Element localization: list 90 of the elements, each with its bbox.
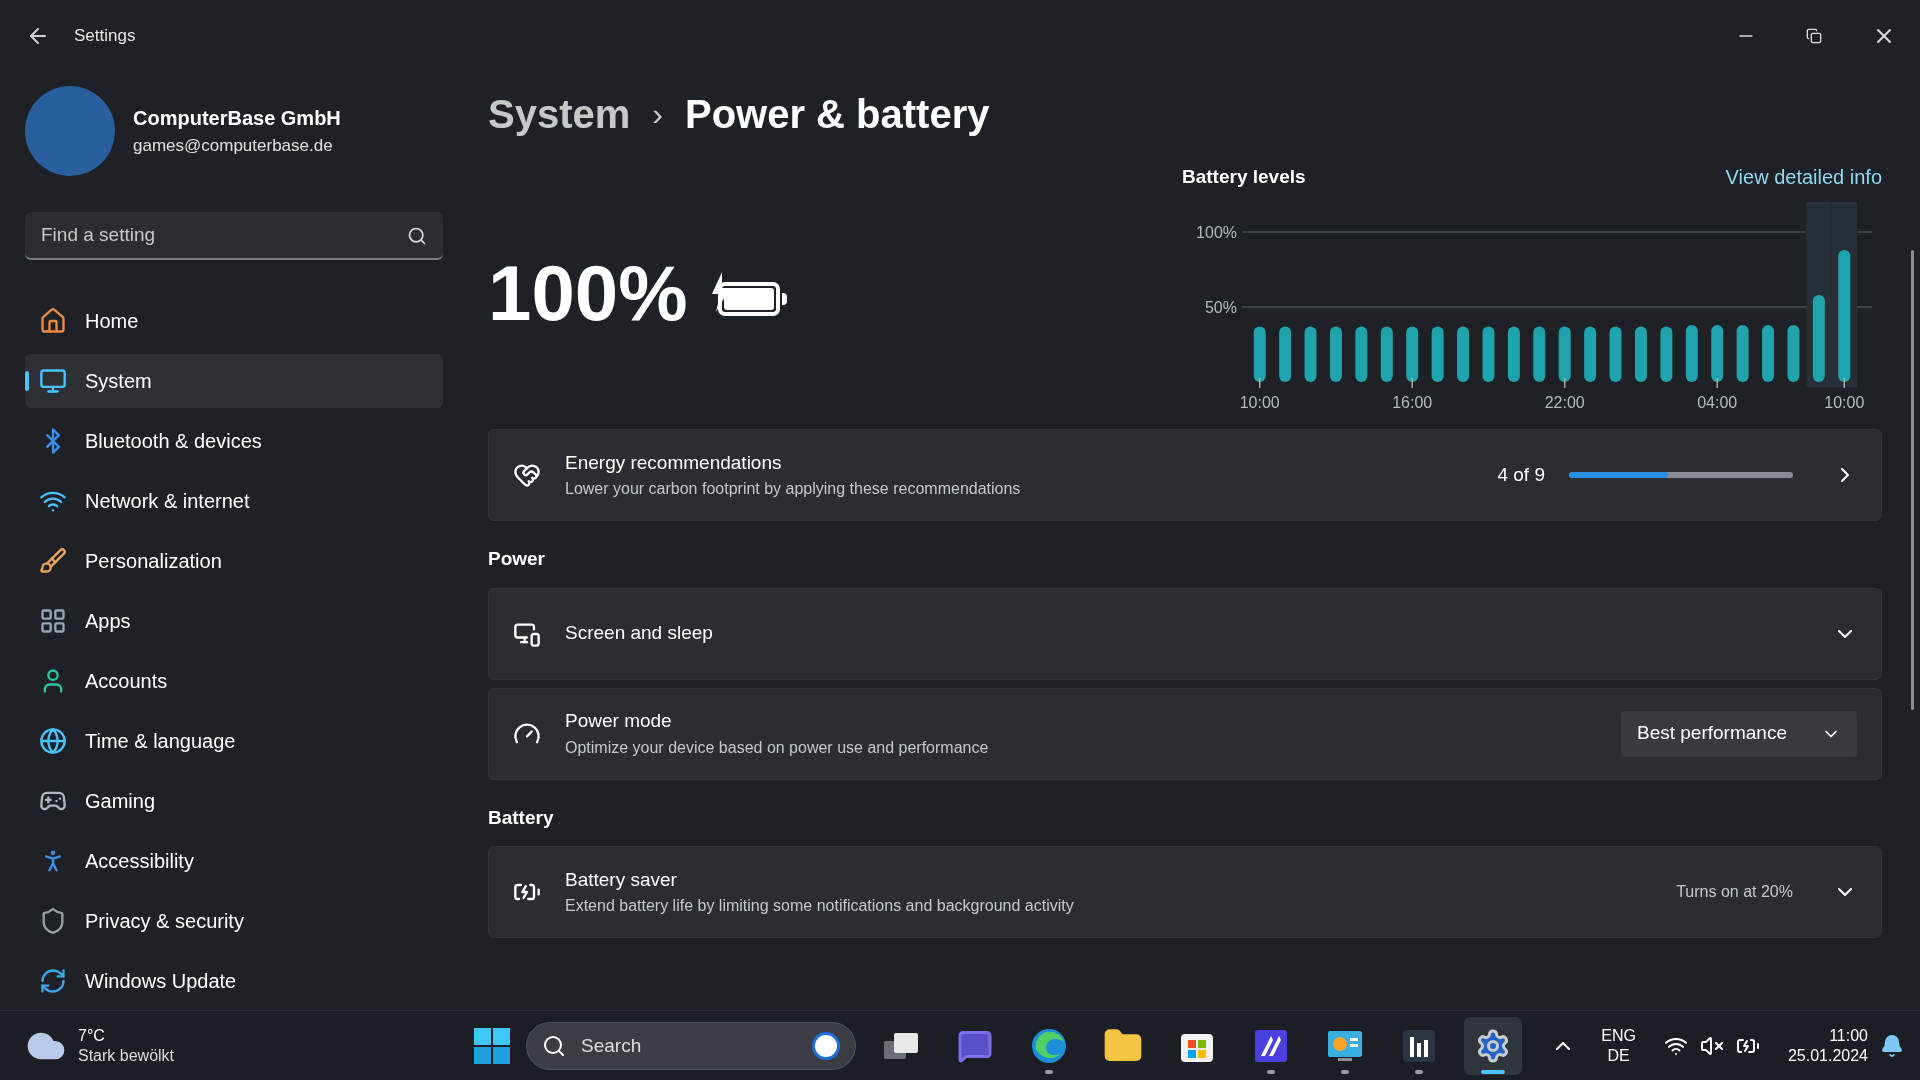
browser-icon[interactable] (1030, 1026, 1068, 1065)
sidebar-item[interactable]: Apps (25, 594, 443, 648)
sidebar-item[interactable]: System (25, 354, 443, 408)
sidebar-label: Bluetooth & devices (85, 429, 262, 454)
restore-icon[interactable] (1806, 28, 1822, 44)
sidebar-item[interactable]: Bluetooth & devices (25, 414, 443, 468)
sidebar-label: Accounts (85, 669, 168, 694)
x-tick-label: 04:00 (1697, 394, 1738, 411)
running-indicator (1267, 1069, 1275, 1074)
sidebar-label: System (85, 369, 152, 394)
clock-time[interactable]: 11:00 (1829, 1025, 1868, 1046)
page-title: Power & battery (684, 91, 990, 138)
battery-percentage: 100% (488, 248, 688, 339)
app-grid-icon (39, 607, 67, 635)
refresh-icon (39, 967, 67, 995)
sidebar-label: Home (85, 309, 139, 334)
card-description: Optimize your device based on power use and performance (565, 737, 990, 758)
card-description: Extend battery life by limiting some notifications and background activity (565, 896, 1075, 917)
sidebar-label: Network & internet (85, 489, 250, 514)
x-tick-label: 22:00 (1544, 394, 1585, 411)
y-tick-label: 100% (1196, 224, 1237, 241)
battery-tip (781, 292, 787, 305)
sidebar-label: Personalization (85, 549, 222, 574)
breadcrumb-parent[interactable]: System (488, 84, 631, 144)
sidebar-item[interactable]: Time & language (25, 714, 443, 768)
settings-card[interactable]: Battery saver Extend battery life by limiting some notifications and background activity Turns on at 20% (488, 846, 1882, 938)
sidebar-item[interactable]: Personalization (25, 534, 443, 588)
sidebar-label: Gaming (85, 789, 156, 814)
sidebar-item[interactable]: Privacy & security (25, 894, 443, 948)
search-icon (407, 226, 427, 246)
profile-email: games@computerbase.de (133, 135, 334, 158)
detailed-info-link[interactable]: View detailed info (1725, 162, 1882, 192)
profile-name: ComputerBase GmbH (133, 106, 341, 132)
clock-date[interactable]: 25.01.2024 (1787, 1045, 1868, 1066)
sidebar-label: Privacy & security (85, 909, 244, 934)
monitor-icon (39, 367, 67, 395)
card-title: Battery saver (565, 867, 678, 892)
card-title: Power mode (565, 709, 673, 734)
start-icon[interactable] (474, 1027, 510, 1064)
energy-card[interactable]: Energy recommendations Lower your carbon footprint by applying these recommendations 4 of 9 (488, 429, 1882, 521)
scrollbar[interactable] (1911, 250, 1914, 710)
sidebar-item[interactable]: Accounts (25, 654, 443, 708)
settings-card[interactable]: Screen and sleep (488, 587, 1882, 680)
app-icon[interactable] (1253, 1027, 1289, 1064)
sidebar-item[interactable]: Windows Update (25, 954, 443, 1008)
search-field[interactable]: Find a setting (25, 212, 443, 260)
chart-title: Battery levels (1182, 164, 1306, 189)
recommendation-count: 4 of 9 (1497, 462, 1545, 487)
weather-condition: Stark bewölkt (78, 1045, 175, 1066)
sidebar-label: Accessibility (85, 849, 194, 874)
sidebar-label: Apps (85, 609, 131, 634)
card-title: Energy recommendations (565, 450, 783, 475)
x-tick-label: 10:00 (1239, 394, 1280, 411)
sidebar-label: Time & language (85, 729, 236, 754)
x-tick-label: 10:00 (1824, 394, 1865, 411)
sidebar-item[interactable]: Network & internet (25, 474, 443, 528)
section-heading: Power (488, 547, 547, 571)
bar-app-icon[interactable] (1402, 1028, 1436, 1063)
search-icon (542, 1033, 566, 1058)
card-title: Screen and sleep (565, 621, 714, 646)
bell-icon[interactable] (1880, 1033, 1904, 1058)
window-title: Settings (74, 25, 136, 48)
globe-icon (39, 727, 67, 755)
weather-temperature: 7°C (78, 1025, 106, 1046)
card-description: Lower your carbon footprint by applying these recommendations (565, 479, 1022, 500)
language-indicator[interactable]: DE (1607, 1045, 1630, 1066)
running-indicator (1341, 1069, 1349, 1074)
sidebar-label: Windows Update (85, 969, 237, 994)
brush-icon (39, 547, 67, 575)
running-indicator (1415, 1069, 1423, 1074)
task-view-icon[interactable] (882, 1030, 920, 1061)
sidebar-item[interactable]: Home (25, 294, 443, 348)
selection-indicator (25, 371, 29, 391)
breadcrumb-separator: › (652, 95, 663, 134)
settings-card[interactable]: Power mode Optimize your device based on power use and performance Best performance (488, 687, 1882, 780)
settings-icon[interactable] (1475, 1027, 1511, 1064)
taskbar-search[interactable]: Search (526, 1021, 856, 1070)
x-tick-label: 16:00 (1392, 394, 1433, 411)
dashboard-app-icon[interactable] (1326, 1028, 1364, 1063)
house-icon (39, 307, 67, 335)
card-status: Turns on at 20% (1676, 882, 1793, 902)
power-mode-dropdown[interactable]: Best performance (1621, 710, 1857, 757)
section-heading: Battery (488, 805, 555, 830)
sidebar-item[interactable]: Gaming (25, 774, 443, 828)
running-indicator (1481, 1069, 1505, 1074)
y-tick-label: 50% (1204, 299, 1237, 316)
language-indicator[interactable]: ENG (1601, 1025, 1636, 1046)
taskbar-app[interactable] (1464, 1016, 1522, 1075)
running-indicator (1045, 1069, 1053, 1074)
sidebar-item[interactable]: Accessibility (25, 834, 443, 888)
